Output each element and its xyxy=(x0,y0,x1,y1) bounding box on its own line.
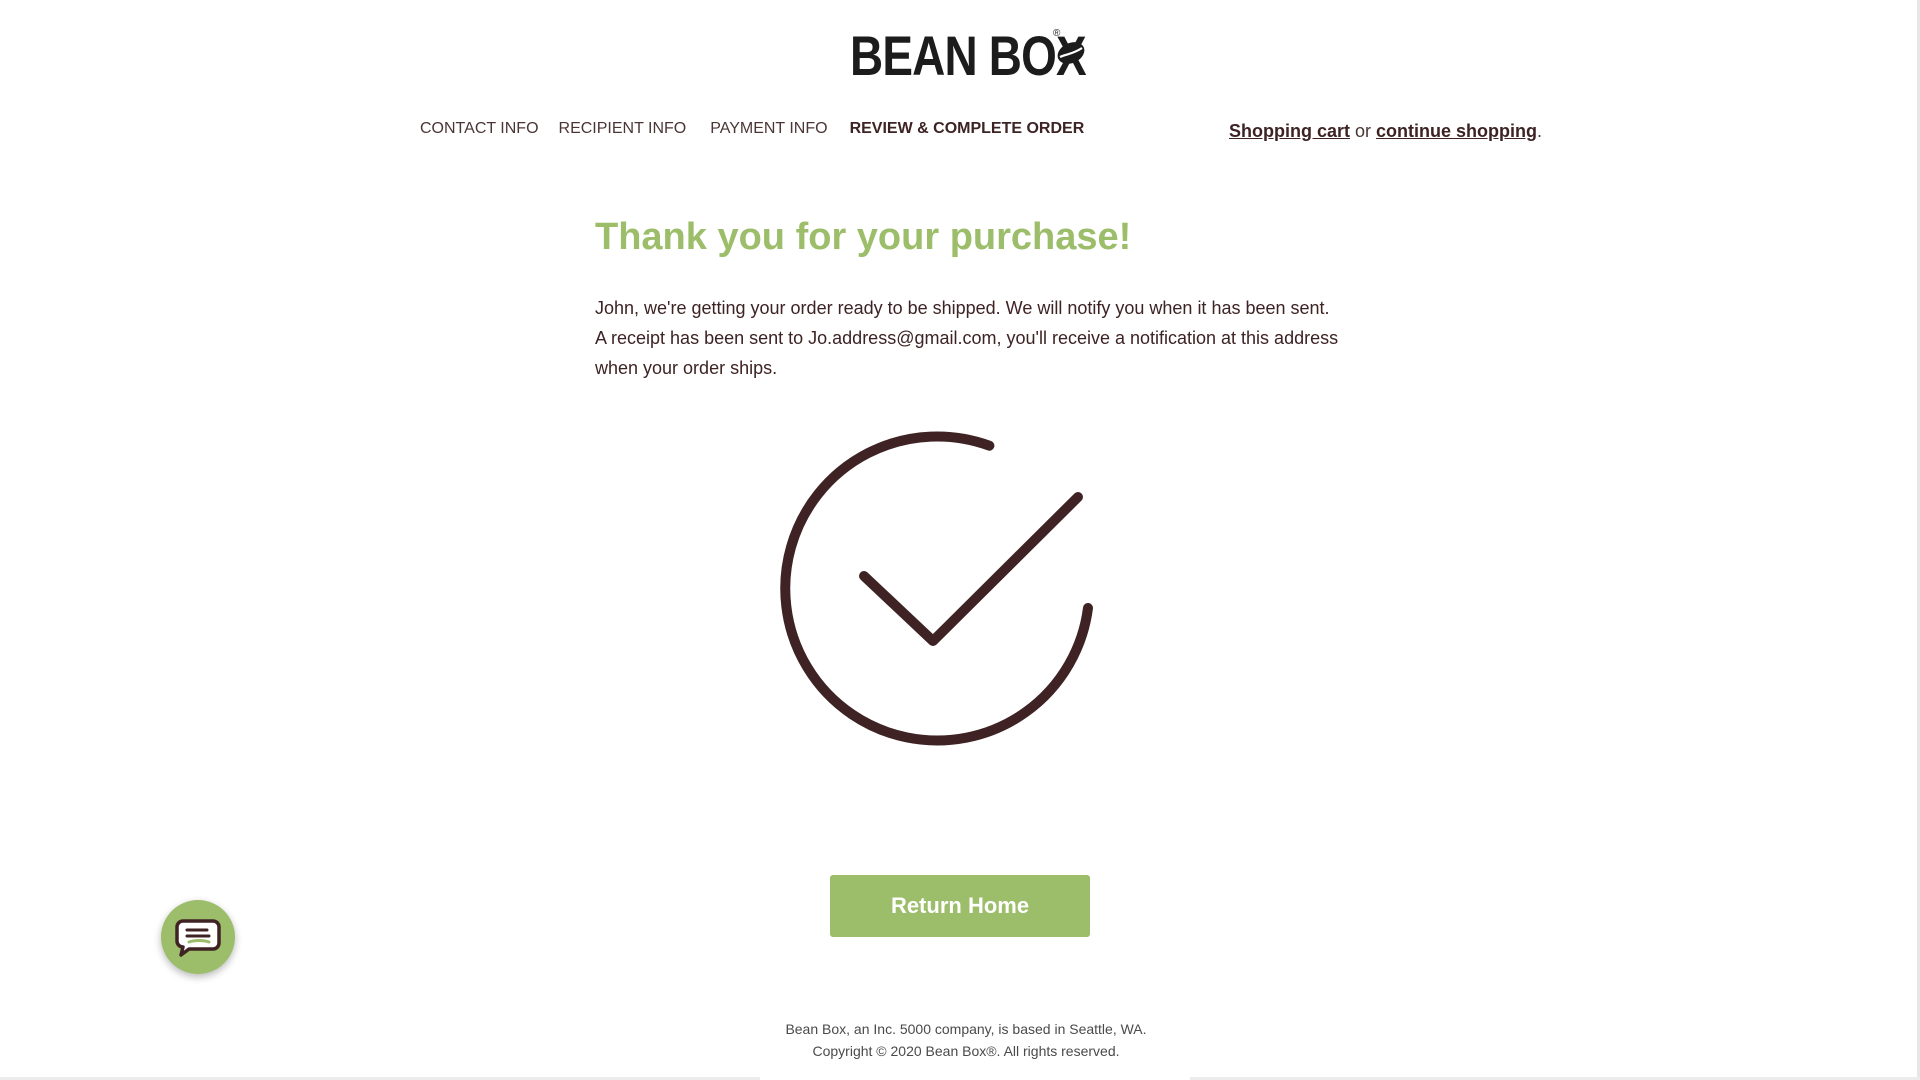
check-circle-icon xyxy=(780,431,1093,746)
thank-you-headline: Thank you for your purchase! xyxy=(595,216,1132,258)
step-recipient-info[interactable]: RECIPIENT INFO xyxy=(559,120,687,138)
page-footer: Bean Box, an Inc. 5000 company, is based… xyxy=(700,1018,1232,1062)
step-review-complete-order[interactable]: REVIEW & COMPLETE ORDER xyxy=(850,120,1085,138)
logo-text: BEAN BOX xyxy=(850,24,1087,87)
confirmation-message: John, we're getting your order ready to … xyxy=(595,293,1355,383)
step-contact-info[interactable]: CONTACT INFO xyxy=(420,120,539,138)
footer-divider-gap xyxy=(760,1076,1190,1080)
coffee-bean-icon xyxy=(1057,42,1085,64)
chat-bubble-icon xyxy=(175,919,221,957)
chat-widget-button[interactable] xyxy=(161,900,235,974)
checkout-steps-nav: CONTACT INFO RECIPIENT INFO PAYMENT INFO… xyxy=(420,120,1104,138)
period-text: . xyxy=(1537,121,1543,141)
continue-shopping-link[interactable]: continue shopping xyxy=(1376,121,1537,141)
footer-copyright: Copyright © 2020 Bean Box®. All rights r… xyxy=(812,1043,1120,1059)
confirmation-line-1: John, we're getting your order ready to … xyxy=(595,298,1330,318)
bean-box-logo[interactable]: BEAN BOX ® xyxy=(850,26,1138,86)
cart-links: Shopping cart or continue shopping. xyxy=(1229,121,1542,142)
logo-registered-mark: ® xyxy=(1053,28,1061,39)
step-payment-info[interactable]: PAYMENT INFO xyxy=(710,120,827,138)
confirmation-line-2: A receipt has been sent to Jo.address@gm… xyxy=(595,328,1339,378)
or-text: or xyxy=(1350,121,1377,141)
return-home-button[interactable]: Return Home xyxy=(830,875,1090,937)
shopping-cart-link[interactable]: Shopping cart xyxy=(1229,121,1350,141)
footer-company-info: Bean Box, an Inc. 5000 company, is based… xyxy=(785,1021,1147,1037)
order-confirmation-page: BEAN BOX ® CONTACT INFO RECIPIENT INFO P… xyxy=(0,0,1920,1080)
